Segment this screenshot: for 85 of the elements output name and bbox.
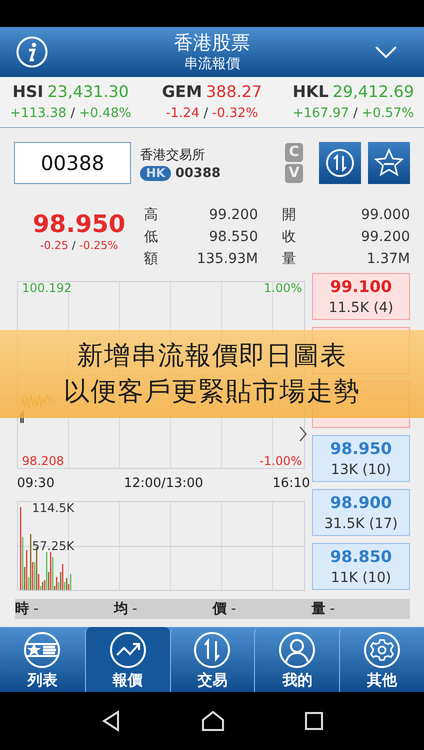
separator: /	[204, 106, 208, 121]
stat-value: 1.37M	[366, 250, 410, 269]
trend-chart-icon	[108, 630, 147, 668]
person-icon	[278, 630, 316, 668]
up-down-arrows-icon	[193, 630, 232, 668]
index-value: 388.27	[206, 82, 262, 101]
volume-mid-label: 57.25K	[32, 539, 74, 553]
stat-value: 99.000	[360, 206, 410, 225]
banner-text: 新增串流報價即日圖表	[77, 340, 347, 373]
trade-button[interactable]	[319, 142, 361, 184]
chart-high-label: 100.192	[22, 281, 72, 295]
index-value: 29,412.69	[332, 82, 414, 101]
quote-price: 98.850	[329, 546, 393, 568]
banner-text: 以便客戶更緊貼市場走勢	[64, 376, 360, 409]
bid-quote[interactable]: 98.950 13K (10)	[312, 435, 410, 482]
stock-name: 香港交易所	[140, 146, 206, 164]
up-down-arrows-icon	[325, 148, 355, 178]
index-name: GEM	[162, 82, 202, 101]
stat-value: 99.200	[208, 206, 258, 225]
price-percent: -0.25%	[79, 239, 118, 252]
watchlist-button[interactable]	[368, 142, 410, 184]
index-name: HSI	[12, 82, 44, 101]
index-name: HKL	[292, 82, 329, 101]
volume-max-label: 114.5K	[32, 501, 74, 515]
nav-tab[interactable]: 報價	[84, 627, 170, 692]
stat-label: 量	[282, 250, 297, 269]
info-icon[interactable]	[16, 36, 48, 68]
info-value: -	[132, 601, 138, 617]
list-icon	[23, 630, 62, 668]
chevron-down-icon[interactable]	[374, 45, 398, 59]
price-change: -0.25	[40, 239, 68, 252]
quote-price: 98.900	[329, 492, 393, 514]
quote-volume: 13K (10)	[330, 460, 392, 480]
index-change: +113.38	[10, 106, 66, 121]
quote-price: 98.950	[329, 438, 393, 460]
stat-value: 98.550	[208, 228, 258, 247]
screen-subtitle: 串流報價	[183, 55, 241, 73]
stat-label: 高	[144, 206, 159, 225]
stat-label: 額	[144, 250, 159, 269]
stock-code: 00388	[175, 166, 221, 180]
chart-low-percent: -1.00%	[260, 454, 302, 468]
stat-label: 低	[144, 228, 159, 247]
separator: /	[353, 106, 358, 121]
time-label: 16:10	[272, 475, 310, 493]
time-label: 09:30	[17, 475, 54, 493]
bid-quote[interactable]: 98.850 11K (10)	[312, 543, 410, 590]
stat-label: 開	[282, 206, 297, 225]
info-label: 時	[15, 601, 29, 617]
index-value: 23,431.30	[47, 82, 129, 101]
stat-label: 收	[282, 228, 297, 247]
chart-high-percent: 1.00%	[264, 281, 302, 295]
quote-price: 99.100	[329, 276, 393, 298]
nav-tab[interactable]: 列表	[0, 627, 85, 692]
back-icon[interactable]	[100, 710, 122, 732]
index-change: +167.97	[292, 106, 350, 121]
info-label: 價	[212, 601, 226, 617]
settings-icon	[363, 630, 402, 668]
time-label: 12:00/13:00	[124, 475, 204, 493]
index-percent: +0.57%	[362, 106, 414, 121]
info-value: -	[33, 601, 39, 617]
quote-volume: 11K (10)	[330, 568, 392, 588]
stock-code-field[interactable]: 00388	[14, 142, 131, 184]
home-icon[interactable]	[200, 710, 225, 732]
quote-volume: 31.5K (17)	[323, 514, 399, 534]
screen-title: 香港股票	[173, 31, 251, 55]
quote-volume: 11.5K (4)	[328, 298, 394, 318]
info-value: -	[230, 601, 236, 617]
recent-apps-icon[interactable]	[304, 711, 324, 731]
info-value: -	[330, 601, 335, 617]
stat-value: 99.200	[360, 228, 410, 247]
star-icon	[373, 147, 405, 179]
index-change: -1.24	[166, 106, 200, 121]
stat-value: 135.93M	[196, 250, 258, 269]
last-price: 98.950	[32, 209, 126, 239]
separator: /	[70, 106, 75, 121]
chevron-right-icon[interactable]	[298, 425, 308, 443]
market-tag: HK	[140, 166, 172, 180]
separator: /	[72, 239, 76, 252]
chart-low-label: 98.208	[22, 454, 64, 468]
ask-quote[interactable]: 99.100 11.5K (4)	[312, 273, 410, 320]
index-percent: -0.32%	[212, 106, 258, 121]
info-label: 量	[311, 601, 326, 617]
info-label: 均	[114, 601, 128, 617]
bid-quote[interactable]: 98.900 31.5K (17)	[312, 489, 410, 536]
index-percent: +0.48%	[79, 106, 132, 121]
